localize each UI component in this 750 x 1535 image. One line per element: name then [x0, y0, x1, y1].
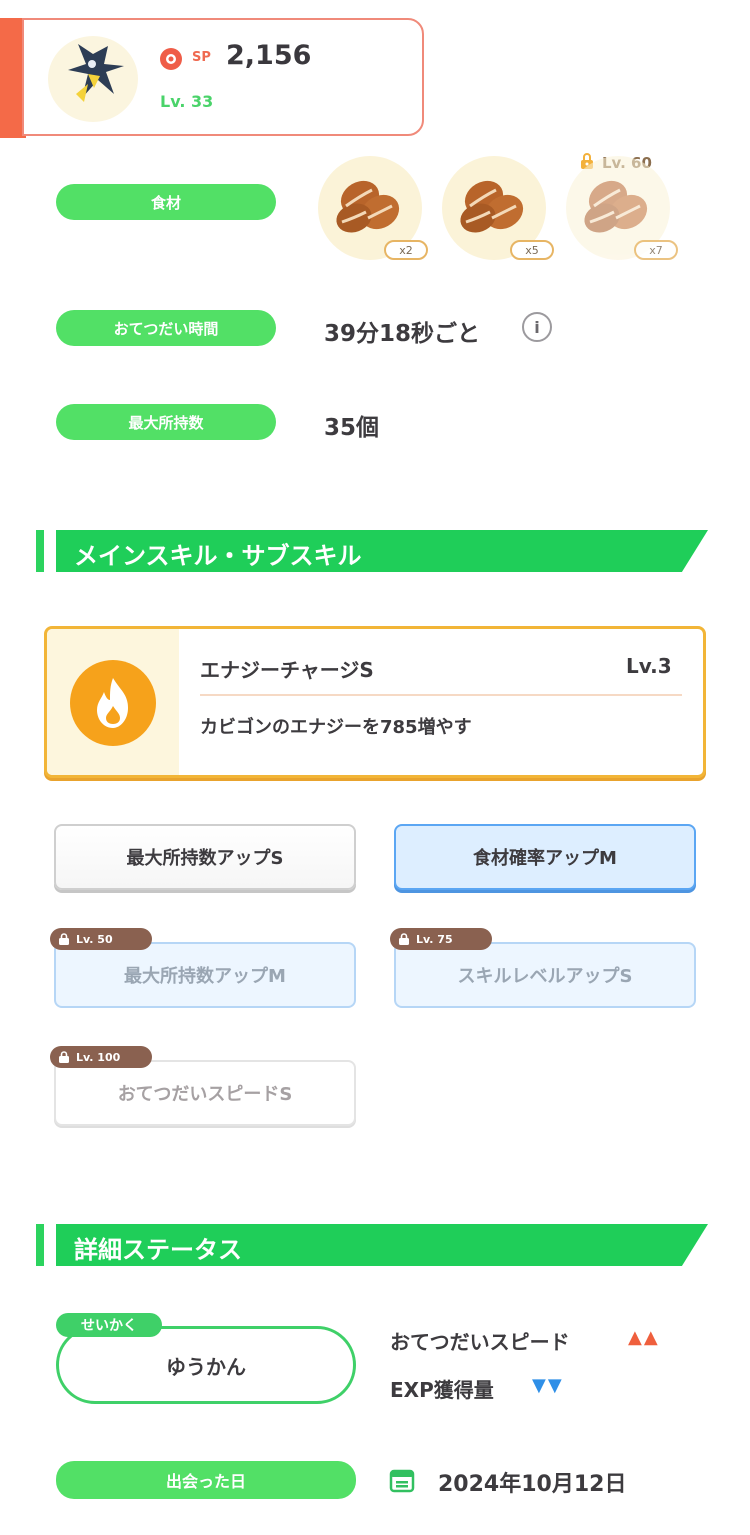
nature-tag: せいかく	[56, 1313, 162, 1337]
skills-section-title: メインスキル・サブスキル	[74, 542, 362, 570]
help-time-value: 39分18秒ごと	[324, 321, 481, 347]
ingredient-count-badge: x5	[510, 240, 554, 260]
sub-skill-3-locked-button[interactable]: 最大所持数アップM	[54, 942, 356, 1008]
ingredient-count-badge: x2	[384, 240, 428, 260]
section-marker	[36, 530, 44, 572]
nature-box[interactable]: ゆうかん	[56, 1326, 356, 1404]
help-time-label-pill: おてつだい時間	[56, 310, 276, 346]
nature-down-label: EXP獲得量	[390, 1378, 494, 1402]
main-skill-level: Lv.3	[626, 654, 672, 678]
lock-level-text: Lv. 50	[76, 932, 113, 946]
lock-level-text: Lv. 75	[416, 932, 453, 946]
pokemon-level: Lv. 33	[160, 92, 214, 111]
lock-level-text: Lv. 100	[76, 1050, 121, 1064]
sub-skill-4-lock-tag: Lv. 75	[390, 928, 492, 950]
met-date-value: 2024年10月12日	[438, 1472, 627, 1497]
section-marker	[36, 1224, 44, 1266]
sub-skill-3-lock-tag: Lv. 50	[50, 928, 152, 950]
flame-icon	[70, 660, 156, 746]
sp-pokeball-icon	[158, 46, 184, 72]
sub-skill-2-button[interactable]: 食材確率アップM	[394, 824, 696, 890]
ingredients-label-pill: 食材	[56, 184, 276, 220]
max-carry-label-pill: 最大所持数	[56, 404, 276, 440]
met-date-label-pill: 出会った日	[56, 1461, 356, 1499]
ingredient-count-badge: x7	[634, 240, 678, 260]
info-icon[interactable]: i	[522, 312, 552, 342]
main-skill-divider	[200, 694, 682, 696]
main-skill-name: エナジーチャージS	[200, 658, 374, 682]
lock-icon	[59, 933, 69, 945]
main-skill-description: カビゴンのエナジーを785増やす	[200, 717, 472, 738]
sp-label: SP	[192, 50, 211, 65]
max-carry-value: 35個	[324, 415, 380, 441]
calendar-icon	[388, 1466, 416, 1498]
sp-value: 2,156	[226, 40, 312, 71]
sub-skill-5-locked-button[interactable]: おてつだいスピードS	[54, 1060, 356, 1126]
pokemon-avatar	[48, 36, 138, 122]
sub-skill-4-locked-button[interactable]: スキルレベルアップS	[394, 942, 696, 1008]
nature-up-arrows-icon: ▲▲	[628, 1327, 660, 1348]
sub-skill-5-lock-tag: Lv. 100	[50, 1046, 152, 1068]
detail-section-title: 詳細ステータス	[74, 1236, 242, 1264]
lock-icon	[399, 933, 409, 945]
lock-icon	[59, 1051, 69, 1063]
nature-down-arrows-icon: ▼▼	[532, 1375, 564, 1396]
sub-skill-1-button[interactable]: 最大所持数アップS	[54, 824, 356, 890]
nature-up-label: おてつだいスピード	[390, 1330, 570, 1354]
